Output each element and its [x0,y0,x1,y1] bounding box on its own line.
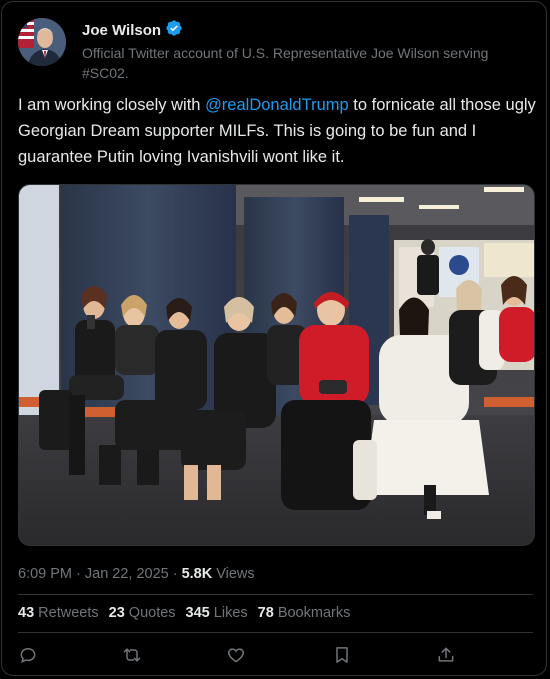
meta-separator: · [172,566,178,582]
retweet-icon[interactable] [122,645,142,665]
likes-stat[interactable]: 345 Likes [186,605,248,621]
bookmarks-label: Bookmarks [277,605,351,621]
tweet-meta: 6:09 PM · Jan 22, 2025 · 5.8K Views [18,566,255,582]
action-bar [2,642,548,668]
share-icon[interactable] [436,645,456,665]
tweet-text-before: I am working closely with [18,96,206,114]
like-icon[interactable] [226,645,246,665]
quotes-label: Quotes [128,605,176,621]
bookmarks-stat[interactable]: 78 Bookmarks [258,605,351,621]
avatar[interactable] [18,18,66,66]
tweet-text: I am working closely with @realDonaldTru… [18,92,538,170]
likes-label: Likes [213,605,248,621]
tweet-photo[interactable] [18,184,535,546]
author-bio: Official Twitter account of U.S. Represe… [82,45,489,81]
bookmarks-count: 78 [257,605,274,621]
views-count: 5.8K [181,566,213,582]
verified-badge-icon [165,19,183,42]
quotes-count: 23 [108,605,125,621]
tweet-card: Joe Wilson Official Twitter account of U… [1,1,547,676]
retweets-stat[interactable]: 43 Retweets [18,605,99,621]
retweets-label: Retweets [38,605,99,621]
quotes-stat[interactable]: 23 Quotes [109,605,176,621]
likes-count: 345 [185,605,210,621]
engagement-stats: 43 Retweets 23 Quotes 345 Likes 78 Bookm… [18,605,350,621]
mention-link[interactable]: @realDonaldTrump [205,96,349,114]
retweets-count: 43 [18,605,35,621]
reply-icon[interactable] [18,645,38,665]
divider [18,632,533,633]
divider [18,594,533,595]
views-label: Views [216,566,255,582]
bookmark-icon[interactable] [332,645,352,665]
author-name[interactable]: Joe Wilson [82,22,161,39]
author-row: Joe Wilson [82,19,183,42]
timestamp[interactable]: 6:09 PM · Jan 22, 2025 [18,566,169,582]
